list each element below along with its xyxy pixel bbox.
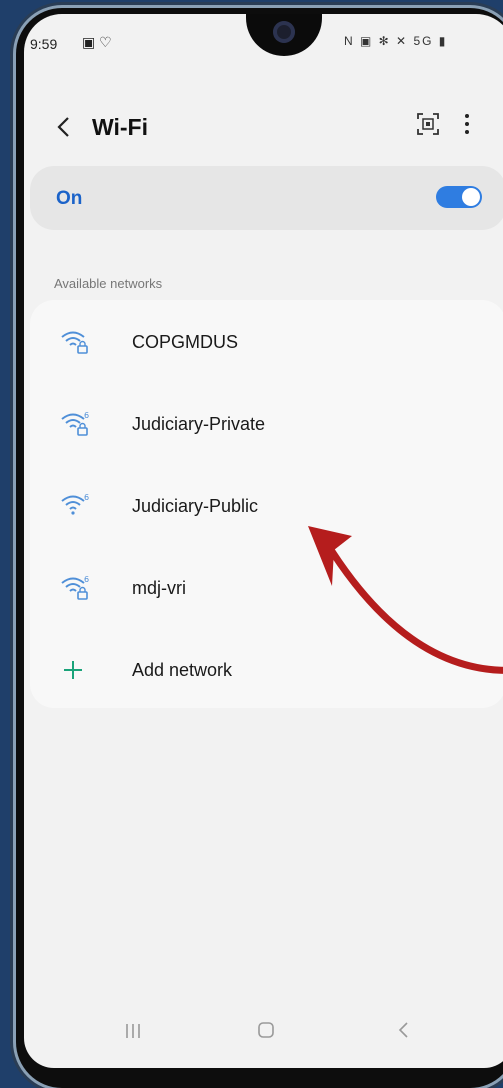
add-network-label: Add network [132, 660, 233, 680]
wifi-lock-icon [61, 331, 88, 354]
wifi6-lock-icon: 6 [61, 575, 89, 600]
plus-icon [64, 661, 82, 679]
network-name: Judiciary-Private [132, 414, 266, 434]
qr-scan-icon[interactable] [416, 112, 440, 136]
network-item-judiciary-private[interactable]: 6 Judiciary-Private [30, 382, 503, 464]
wifi6-icon: 6 [61, 493, 89, 515]
network-item-copgmdus[interactable]: COPGMDUS [30, 300, 503, 382]
status-bar: 9:59 ▣ ♡ N ▣ ✻ ✕ 5G ▮ [24, 14, 503, 58]
navigation-bar [24, 1014, 503, 1054]
switch-knob [462, 188, 480, 206]
more-options-icon[interactable] [462, 110, 472, 138]
status-notification-icons: ▣ ♡ [82, 34, 112, 50]
back-nav-icon[interactable] [396, 1020, 410, 1040]
wifi-toggle-label: On [56, 188, 83, 209]
status-time: 9:59 [30, 36, 58, 52]
network-name: Judiciary-Public [132, 496, 259, 516]
annotation-arrow [308, 526, 503, 674]
page-title: Wi-Fi [92, 114, 148, 140]
network-name: COPGMDUS [132, 332, 239, 352]
wifi6-lock-icon: 6 [61, 411, 89, 436]
svg-text:6: 6 [84, 493, 89, 502]
wifi-toggle-row[interactable]: On [30, 166, 503, 230]
screen: 9:59 ▣ ♡ N ▣ ✻ ✕ 5G ▮ Wi-Fi On Available… [24, 14, 503, 1068]
svg-text:6: 6 [84, 575, 89, 584]
back-chevron-icon[interactable] [54, 112, 74, 142]
status-system-icons: N ▣ ✻ ✕ 5G ▮ [344, 34, 448, 48]
recent-apps-icon[interactable] [124, 1022, 142, 1040]
wifi-toggle-switch[interactable] [436, 186, 482, 208]
available-networks-heading: Available networks [54, 276, 163, 291]
home-icon[interactable] [256, 1020, 276, 1040]
svg-text:6: 6 [84, 411, 89, 420]
header: Wi-Fi [24, 106, 503, 156]
network-name: mdj-vri [132, 578, 186, 598]
